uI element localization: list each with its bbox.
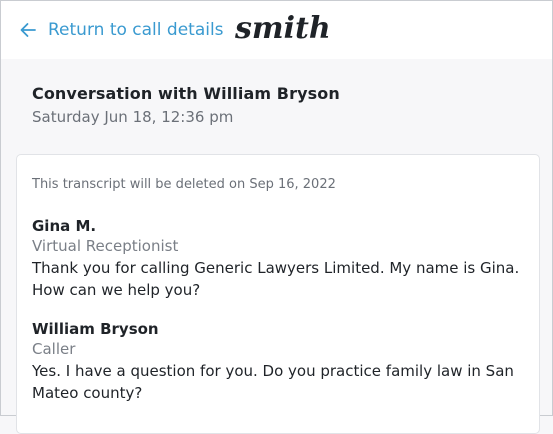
smith-logo: smith <box>234 11 329 46</box>
conversation-header: Conversation with William Bryson Saturda… <box>32 84 340 126</box>
message-speaker: Gina M. <box>32 217 97 235</box>
top-bar: Return to call details smith <box>1 1 552 59</box>
return-to-call-details-link[interactable]: Return to call details <box>19 20 224 40</box>
svg-text:smith: smith <box>234 11 329 46</box>
arrow-left-icon <box>20 23 36 37</box>
transcript-message: William Bryson Caller Yes. I have a ques… <box>32 319 522 404</box>
conversation-title: Conversation with William Bryson <box>32 84 340 103</box>
message-role: Caller <box>32 340 76 358</box>
message-text: Thank you for calling Generic Lawyers Li… <box>32 259 520 299</box>
conversation-date: Saturday Jun 18, 12:36 pm <box>32 108 234 126</box>
deletion-notice: This transcript will be deleted on Sep 1… <box>32 177 336 192</box>
message-speaker: William Bryson <box>32 320 159 338</box>
return-link-label: Return to call details <box>48 20 224 40</box>
transcript-card: This transcript will be deleted on Sep 1… <box>16 154 540 434</box>
message-role: Virtual Receptionist <box>32 237 179 255</box>
transcript-message: Gina M. Virtual Receptionist Thank you f… <box>32 216 522 301</box>
message-text: Yes. I have a question for you. Do you p… <box>32 362 514 402</box>
